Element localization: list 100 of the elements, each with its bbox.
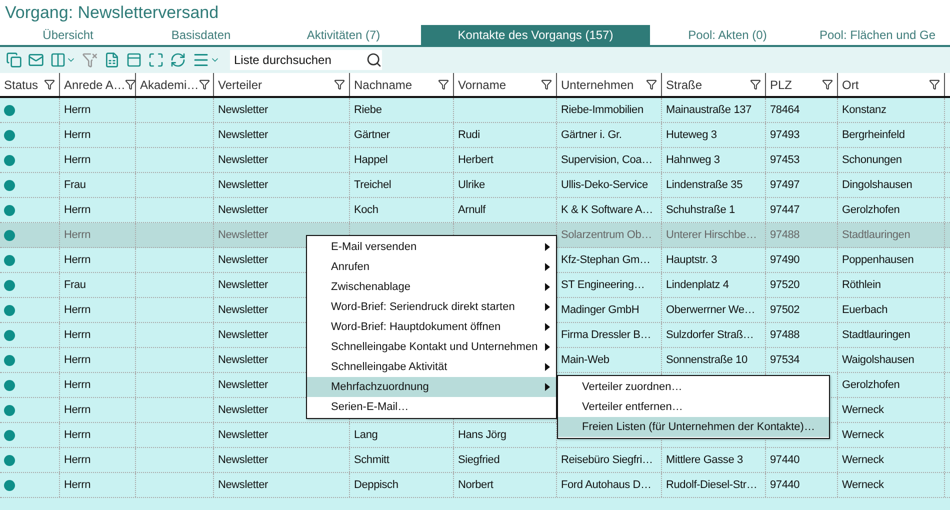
table-cell: Gärtner bbox=[354, 129, 390, 141]
table-cell: Euerbach bbox=[842, 304, 888, 316]
table-cell: 97447 bbox=[770, 204, 800, 216]
table-cell: Gärtner i. Gr. bbox=[561, 129, 622, 141]
table-cell: Schuhstraße 1 bbox=[666, 204, 735, 216]
table-cell: Treichel bbox=[354, 179, 392, 191]
table-cell: Newsletter bbox=[218, 179, 268, 191]
table-cell: Stadtlauringen bbox=[842, 229, 910, 241]
table-cell: 97488 bbox=[770, 329, 800, 341]
table-cell: Madinger GmbH bbox=[561, 304, 640, 316]
table-cell: Newsletter bbox=[218, 204, 268, 216]
table-cell: Newsletter bbox=[218, 254, 268, 266]
table-cell: Herrn bbox=[64, 104, 91, 116]
table-cell: Newsletter bbox=[218, 104, 268, 116]
table-cell: Frau bbox=[64, 179, 86, 191]
table-cell: Sonnenstraße 10 bbox=[666, 354, 748, 366]
table-cell: 97497 bbox=[770, 179, 800, 191]
table-cell: Newsletter bbox=[218, 479, 268, 491]
table-cell: 97488 bbox=[770, 229, 800, 241]
table-cell: Bergrheinfeld bbox=[842, 129, 905, 141]
table-cell: Mainaustraße 137 bbox=[666, 104, 752, 116]
table-cell: Herrn bbox=[64, 204, 91, 216]
table-cell: Röthlein bbox=[842, 279, 881, 291]
table-cell: Newsletter bbox=[218, 454, 268, 466]
table-cell: Newsletter bbox=[218, 304, 268, 316]
table-cell: Poppenhausen bbox=[842, 254, 914, 266]
table-cell: Newsletter bbox=[218, 229, 268, 241]
table-cell: Herrn bbox=[64, 329, 91, 341]
table-cell: Kfz-Stephan Gm… bbox=[561, 254, 650, 266]
table-cell: Herrn bbox=[64, 229, 91, 241]
table-cell: 97453 bbox=[770, 154, 800, 166]
table-cell: Newsletter bbox=[218, 354, 268, 366]
table-cell: Lindenplatz 4 bbox=[666, 279, 729, 291]
table-cell: 97534 bbox=[770, 354, 800, 366]
table-cell: Dingolshausen bbox=[842, 179, 912, 191]
table-cell: Schonungen bbox=[842, 154, 902, 166]
table-cell: 97440 bbox=[770, 479, 800, 491]
table-cell: Newsletter bbox=[218, 379, 268, 391]
table-cell: Werneck bbox=[842, 429, 884, 441]
table-cell: 97440 bbox=[770, 454, 800, 466]
table-cell: Newsletter bbox=[218, 429, 268, 441]
table-cell: Happel bbox=[354, 154, 388, 166]
table-cell: 97520 bbox=[770, 279, 800, 291]
table-cell: 97490 bbox=[770, 254, 800, 266]
table-cell: Norbert bbox=[458, 479, 494, 491]
table-cell: Supervision, Coa… bbox=[561, 154, 652, 166]
table-cell: 78464 bbox=[770, 104, 800, 116]
table-cell: Unterer Hirschbe… bbox=[666, 229, 757, 241]
table-cell: Herrn bbox=[64, 379, 91, 391]
table-cell: Hauptstr. 3 bbox=[666, 254, 717, 266]
table-cell: Schmitt bbox=[354, 454, 390, 466]
table-cell: Rudi bbox=[458, 129, 480, 141]
table-cell: Newsletter bbox=[218, 279, 268, 291]
table-cell: Herrn bbox=[64, 404, 91, 416]
table-cell: 97502 bbox=[770, 304, 800, 316]
table-cell: Hahnweg 3 bbox=[666, 154, 720, 166]
table-cell: Solarzentrum Ob… bbox=[561, 229, 652, 241]
table-cell: Herrn bbox=[64, 479, 91, 491]
table-cell: Waigolshausen bbox=[842, 354, 914, 366]
table-cell: Herrn bbox=[64, 354, 91, 366]
table-cell: Werneck bbox=[842, 404, 884, 416]
table-cell: Werneck bbox=[842, 454, 884, 466]
table-cell: Newsletter bbox=[218, 129, 268, 141]
table-cell: Firma Dressler B… bbox=[561, 329, 652, 341]
table-cell: Deppisch bbox=[354, 479, 398, 491]
table-cell: K & K Software A… bbox=[561, 204, 653, 216]
table-cell: Huteweg 3 bbox=[666, 129, 717, 141]
table-cell: Riebe-Immobilien bbox=[561, 104, 644, 116]
table-cell: Gerolzhofen bbox=[842, 204, 900, 216]
table-cell: Herrn bbox=[64, 304, 91, 316]
table-cell: Lang bbox=[354, 429, 378, 441]
table-cell: Herrn bbox=[64, 154, 91, 166]
table-cell: Ulrike bbox=[458, 179, 485, 191]
table-cell: Ford Autohaus D… bbox=[561, 479, 652, 491]
table-cell: Herrn bbox=[64, 429, 91, 441]
table-cell: Werneck bbox=[842, 479, 884, 491]
table-cell: Oberwerrner We… bbox=[666, 304, 756, 316]
table-cell: Gerolzhofen bbox=[842, 379, 900, 391]
table-cell: Stadtlauringen bbox=[842, 329, 910, 341]
table-cell: Herbert bbox=[458, 154, 494, 166]
window-title: Vorgang: Newsletterversand bbox=[4, 2, 220, 24]
table-cell: Main-Web bbox=[561, 354, 610, 366]
table-cell: ST Engineering… bbox=[561, 279, 645, 291]
table-cell: Arnulf bbox=[458, 204, 486, 216]
table-cell: Mittlere Gasse 3 bbox=[666, 454, 743, 466]
table-cell: 97493 bbox=[770, 129, 800, 141]
table-cell: Herrn bbox=[64, 254, 91, 266]
table-cell: Riebe bbox=[354, 104, 382, 116]
table-cell: Frau bbox=[64, 279, 86, 291]
table-cell: Newsletter bbox=[218, 329, 268, 341]
table-cell: Newsletter bbox=[218, 404, 268, 416]
table-cell: Siegfried bbox=[458, 454, 500, 466]
table-cell: Sulzdorfer Straß… bbox=[666, 329, 754, 341]
table-cell: Lindenstraße 35 bbox=[666, 179, 742, 191]
table-cell: Herrn bbox=[64, 129, 91, 141]
table-cell: Newsletter bbox=[218, 154, 268, 166]
table-cell: Hans Jörg bbox=[458, 429, 506, 441]
table-cell: Herrn bbox=[64, 454, 91, 466]
table-cell: Koch bbox=[354, 204, 378, 216]
table-cell: Rudolf-Diesel-Str… bbox=[666, 479, 758, 491]
